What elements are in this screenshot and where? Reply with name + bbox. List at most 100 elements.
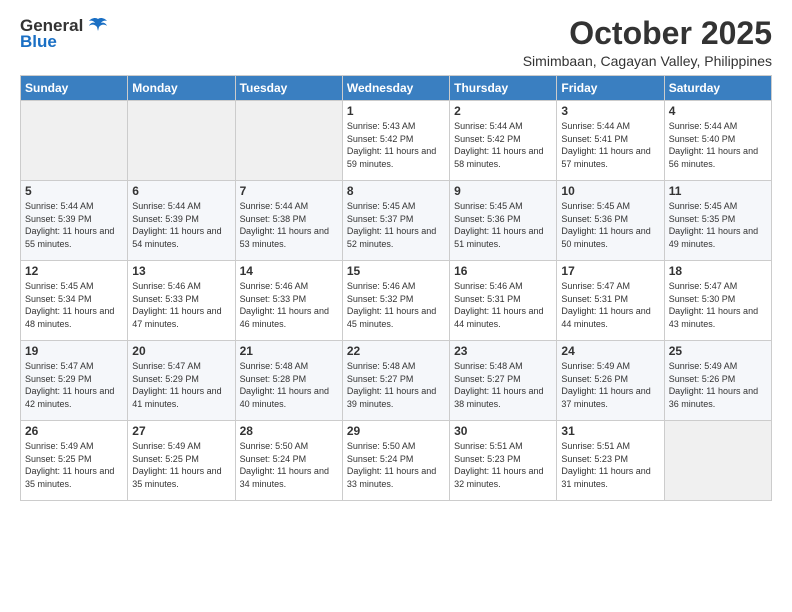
cell-info: Sunrise: 5:49 AM Sunset: 5:26 PM Dayligh…	[561, 360, 659, 410]
cell-info: Sunrise: 5:45 AM Sunset: 5:34 PM Dayligh…	[25, 280, 123, 330]
cell-info: Sunrise: 5:44 AM Sunset: 5:40 PM Dayligh…	[669, 120, 767, 170]
day-number: 10	[561, 184, 659, 198]
cell-info: Sunrise: 5:45 AM Sunset: 5:36 PM Dayligh…	[561, 200, 659, 250]
day-number: 13	[132, 264, 230, 278]
day-header-wednesday: Wednesday	[342, 76, 449, 101]
cell-info: Sunrise: 5:49 AM Sunset: 5:25 PM Dayligh…	[25, 440, 123, 490]
day-number: 23	[454, 344, 552, 358]
calendar-cell: 3 Sunrise: 5:44 AM Sunset: 5:41 PM Daylig…	[557, 101, 664, 181]
calendar-week-row: 5 Sunrise: 5:44 AM Sunset: 5:39 PM Daylig…	[21, 181, 772, 261]
cell-info: Sunrise: 5:46 AM Sunset: 5:31 PM Dayligh…	[454, 280, 552, 330]
day-number: 17	[561, 264, 659, 278]
cell-info: Sunrise: 5:46 AM Sunset: 5:33 PM Dayligh…	[240, 280, 338, 330]
cell-info: Sunrise: 5:50 AM Sunset: 5:24 PM Dayligh…	[240, 440, 338, 490]
calendar-cell: 12 Sunrise: 5:45 AM Sunset: 5:34 PM Dayli…	[21, 261, 128, 341]
cell-info: Sunrise: 5:47 AM Sunset: 5:29 PM Dayligh…	[25, 360, 123, 410]
cell-info: Sunrise: 5:46 AM Sunset: 5:32 PM Dayligh…	[347, 280, 445, 330]
calendar-cell: 25 Sunrise: 5:49 AM Sunset: 5:26 PM Dayli…	[664, 341, 771, 421]
calendar-cell	[128, 101, 235, 181]
day-header-monday: Monday	[128, 76, 235, 101]
page-header: General Blue October 2025 Simimbaan, Cag…	[20, 16, 772, 69]
calendar-cell	[235, 101, 342, 181]
calendar-cell: 6 Sunrise: 5:44 AM Sunset: 5:39 PM Daylig…	[128, 181, 235, 261]
day-header-friday: Friday	[557, 76, 664, 101]
day-number: 12	[25, 264, 123, 278]
logo: General Blue	[20, 16, 109, 52]
calendar-cell: 24 Sunrise: 5:49 AM Sunset: 5:26 PM Dayli…	[557, 341, 664, 421]
day-number: 9	[454, 184, 552, 198]
cell-info: Sunrise: 5:45 AM Sunset: 5:37 PM Dayligh…	[347, 200, 445, 250]
calendar-cell	[21, 101, 128, 181]
day-number: 28	[240, 424, 338, 438]
day-number: 1	[347, 104, 445, 118]
calendar-cell: 15 Sunrise: 5:46 AM Sunset: 5:32 PM Dayli…	[342, 261, 449, 341]
cell-info: Sunrise: 5:44 AM Sunset: 5:41 PM Dayligh…	[561, 120, 659, 170]
day-number: 4	[669, 104, 767, 118]
day-number: 27	[132, 424, 230, 438]
month-title: October 2025	[523, 16, 772, 51]
calendar-week-row: 1 Sunrise: 5:43 AM Sunset: 5:42 PM Daylig…	[21, 101, 772, 181]
day-number: 25	[669, 344, 767, 358]
calendar-week-row: 26 Sunrise: 5:49 AM Sunset: 5:25 PM Dayli…	[21, 421, 772, 501]
calendar-cell: 18Sunrise: 5:47 AM Sunset: 5:30 PM Dayli…	[664, 261, 771, 341]
calendar-cell: 29 Sunrise: 5:50 AM Sunset: 5:24 PM Dayli…	[342, 421, 449, 501]
day-number: 11	[669, 184, 767, 198]
calendar-cell: 8Sunrise: 5:45 AM Sunset: 5:37 PM Daylig…	[342, 181, 449, 261]
day-header-tuesday: Tuesday	[235, 76, 342, 101]
day-number: 26	[25, 424, 123, 438]
day-number: 29	[347, 424, 445, 438]
calendar-cell: 19 Sunrise: 5:47 AM Sunset: 5:29 PM Dayli…	[21, 341, 128, 421]
day-number: 2	[454, 104, 552, 118]
day-number: 7	[240, 184, 338, 198]
calendar-cell: 11Sunrise: 5:45 AM Sunset: 5:35 PM Dayli…	[664, 181, 771, 261]
day-number: 31	[561, 424, 659, 438]
cell-info: Sunrise: 5:50 AM Sunset: 5:24 PM Dayligh…	[347, 440, 445, 490]
page-container: General Blue October 2025 Simimbaan, Cag…	[0, 0, 792, 511]
calendar-cell	[664, 421, 771, 501]
calendar-cell: 9Sunrise: 5:45 AM Sunset: 5:36 PM Daylig…	[450, 181, 557, 261]
subtitle: Simimbaan, Cagayan Valley, Philippines	[523, 53, 772, 69]
calendar-cell: 30Sunrise: 5:51 AM Sunset: 5:23 PM Dayli…	[450, 421, 557, 501]
calendar-cell: 5Sunrise: 5:44 AM Sunset: 5:39 PM Daylig…	[21, 181, 128, 261]
cell-info: Sunrise: 5:48 AM Sunset: 5:27 PM Dayligh…	[454, 360, 552, 410]
calendar-cell: 27 Sunrise: 5:49 AM Sunset: 5:25 PM Dayli…	[128, 421, 235, 501]
day-number: 21	[240, 344, 338, 358]
calendar-cell: 23 Sunrise: 5:48 AM Sunset: 5:27 PM Dayli…	[450, 341, 557, 421]
cell-info: Sunrise: 5:48 AM Sunset: 5:28 PM Dayligh…	[240, 360, 338, 410]
day-number: 6	[132, 184, 230, 198]
cell-info: Sunrise: 5:51 AM Sunset: 5:23 PM Dayligh…	[561, 440, 659, 490]
day-number: 22	[347, 344, 445, 358]
calendar-cell: 20 Sunrise: 5:47 AM Sunset: 5:29 PM Dayli…	[128, 341, 235, 421]
calendar-cell: 31 Sunrise: 5:51 AM Sunset: 5:23 PM Dayli…	[557, 421, 664, 501]
day-number: 18	[669, 264, 767, 278]
calendar-cell: 21 Sunrise: 5:48 AM Sunset: 5:28 PM Dayli…	[235, 341, 342, 421]
calendar-cell: 13 Sunrise: 5:46 AM Sunset: 5:33 PM Dayli…	[128, 261, 235, 341]
calendar-table: SundayMondayTuesdayWednesdayThursdayFrid…	[20, 75, 772, 501]
calendar-cell: 2Sunrise: 5:44 AM Sunset: 5:42 PM Daylig…	[450, 101, 557, 181]
cell-info: Sunrise: 5:49 AM Sunset: 5:26 PM Dayligh…	[669, 360, 767, 410]
calendar-cell: 4 Sunrise: 5:44 AM Sunset: 5:40 PM Daylig…	[664, 101, 771, 181]
cell-info: Sunrise: 5:43 AM Sunset: 5:42 PM Dayligh…	[347, 120, 445, 170]
day-number: 24	[561, 344, 659, 358]
day-number: 19	[25, 344, 123, 358]
day-number: 16	[454, 264, 552, 278]
day-header-saturday: Saturday	[664, 76, 771, 101]
calendar-week-row: 19 Sunrise: 5:47 AM Sunset: 5:29 PM Dayli…	[21, 341, 772, 421]
cell-info: Sunrise: 5:46 AM Sunset: 5:33 PM Dayligh…	[132, 280, 230, 330]
cell-info: Sunrise: 5:44 AM Sunset: 5:38 PM Dayligh…	[240, 200, 338, 250]
calendar-header-row: SundayMondayTuesdayWednesdayThursdayFrid…	[21, 76, 772, 101]
cell-info: Sunrise: 5:49 AM Sunset: 5:25 PM Dayligh…	[132, 440, 230, 490]
cell-info: Sunrise: 5:48 AM Sunset: 5:27 PM Dayligh…	[347, 360, 445, 410]
calendar-cell: 10 Sunrise: 5:45 AM Sunset: 5:36 PM Dayli…	[557, 181, 664, 261]
calendar-cell: 16 Sunrise: 5:46 AM Sunset: 5:31 PM Dayli…	[450, 261, 557, 341]
day-number: 5	[25, 184, 123, 198]
cell-info: Sunrise: 5:44 AM Sunset: 5:39 PM Dayligh…	[132, 200, 230, 250]
cell-info: Sunrise: 5:47 AM Sunset: 5:29 PM Dayligh…	[132, 360, 230, 410]
calendar-cell: 28 Sunrise: 5:50 AM Sunset: 5:24 PM Dayli…	[235, 421, 342, 501]
calendar-cell: 14Sunrise: 5:46 AM Sunset: 5:33 PM Dayli…	[235, 261, 342, 341]
cell-info: Sunrise: 5:47 AM Sunset: 5:31 PM Dayligh…	[561, 280, 659, 330]
day-number: 15	[347, 264, 445, 278]
day-number: 3	[561, 104, 659, 118]
day-number: 20	[132, 344, 230, 358]
cell-info: Sunrise: 5:51 AM Sunset: 5:23 PM Dayligh…	[454, 440, 552, 490]
